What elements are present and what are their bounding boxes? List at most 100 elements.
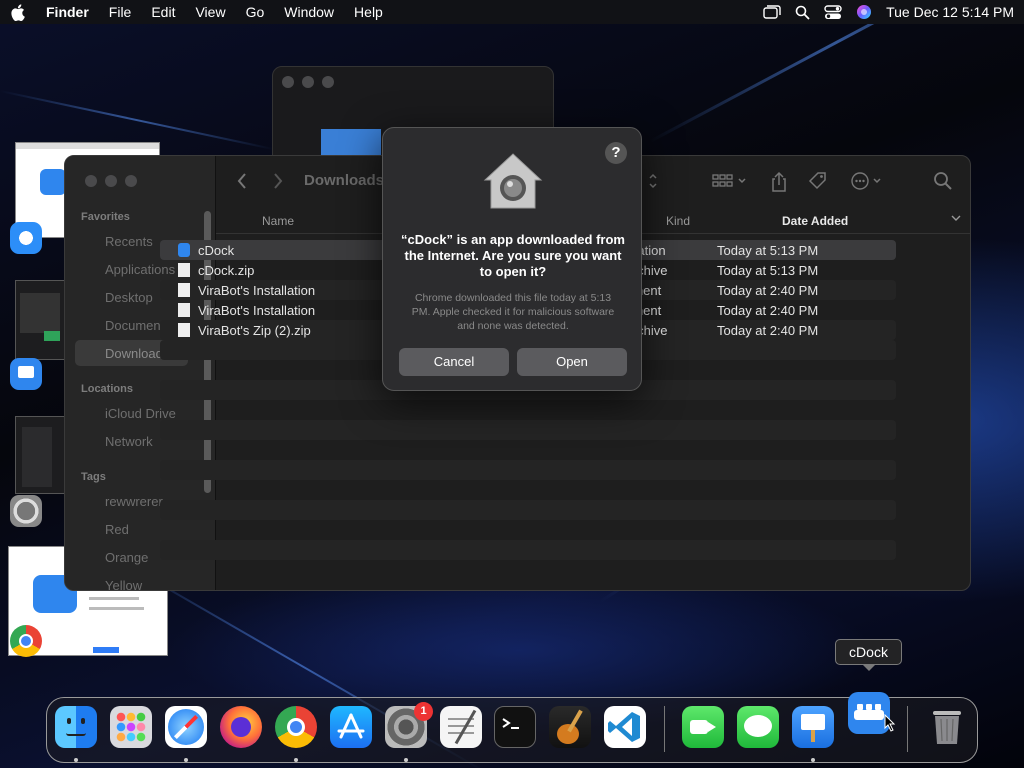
menu-go[interactable]: Go bbox=[246, 4, 265, 20]
sidebar-tag-rewwrerer[interactable]: rewwrerer bbox=[105, 494, 163, 509]
sidebar-tag-orange[interactable]: Orange bbox=[105, 550, 148, 565]
sidebar-item-icloud-drive[interactable]: iCloud Drive bbox=[105, 406, 176, 421]
sidebar-heading-favorites: Favorites bbox=[81, 211, 130, 223]
spotlight-search-icon[interactable] bbox=[795, 5, 810, 20]
screen-mirroring-icon[interactable] bbox=[763, 5, 781, 19]
stage-thumbnail-window[interactable] bbox=[15, 280, 65, 360]
running-indicator bbox=[404, 758, 408, 762]
minimize-icon[interactable] bbox=[105, 175, 117, 187]
safari-icon[interactable] bbox=[10, 222, 42, 254]
column-header-name[interactable]: Name bbox=[262, 214, 294, 228]
app-store-icon[interactable] bbox=[330, 706, 372, 748]
empty-row bbox=[160, 460, 896, 480]
sort-chevron-icon[interactable] bbox=[648, 171, 658, 196]
menu-bar: Finder File Edit View Go Window Help Tue… bbox=[0, 0, 1024, 24]
running-indicator bbox=[294, 758, 298, 762]
safari-icon[interactable] bbox=[165, 706, 207, 748]
close-icon[interactable] bbox=[85, 175, 97, 187]
share-icon[interactable] bbox=[770, 171, 788, 198]
file-date-added: Today at 2:40 PM bbox=[717, 323, 819, 338]
sidebar-heading-tags: Tags bbox=[81, 471, 106, 483]
textedit-icon[interactable] bbox=[440, 706, 482, 748]
app-preview-icon bbox=[40, 169, 66, 195]
sort-descending-icon[interactable] bbox=[950, 212, 962, 227]
file-date-added: Today at 2:40 PM bbox=[717, 303, 819, 318]
menu-file[interactable]: File bbox=[109, 4, 132, 20]
firefox-icon[interactable] bbox=[220, 706, 262, 748]
launchpad-icon[interactable] bbox=[110, 706, 152, 748]
garageband-icon[interactable] bbox=[549, 706, 591, 748]
dock-tooltip: cDock bbox=[835, 639, 902, 665]
column-header-date-added[interactable]: Date Added bbox=[782, 214, 848, 228]
window-controls bbox=[282, 76, 334, 88]
view-options-icon[interactable] bbox=[712, 171, 748, 196]
sidebar-item-recents[interactable]: Recents bbox=[105, 234, 153, 249]
file-name: cDock bbox=[198, 243, 235, 258]
file-name: cDock.zip bbox=[198, 263, 255, 278]
siri-icon[interactable] bbox=[856, 4, 872, 20]
file-name: ViraBot's Zip (2).zip bbox=[198, 323, 311, 338]
facetime-icon[interactable] bbox=[682, 706, 724, 748]
vscode-icon[interactable] bbox=[604, 706, 646, 748]
running-indicator bbox=[74, 758, 78, 762]
chrome-icon[interactable] bbox=[10, 625, 42, 657]
keynote-icon[interactable] bbox=[10, 358, 42, 390]
file-date-added: Today at 2:40 PM bbox=[717, 283, 819, 298]
trash-icon[interactable] bbox=[926, 706, 968, 748]
file-date-added: Today at 5:13 PM bbox=[717, 263, 819, 278]
forward-icon[interactable] bbox=[272, 171, 284, 196]
tag-icon[interactable] bbox=[808, 171, 828, 196]
zoom-icon[interactable] bbox=[125, 175, 137, 187]
more-actions-icon[interactable] bbox=[850, 171, 886, 196]
open-app-warning-dialog: ? “cDock” is an app downloaded from the … bbox=[382, 127, 642, 391]
menu-app-name[interactable]: Finder bbox=[46, 4, 89, 20]
sidebar-heading-locations: Locations bbox=[81, 383, 133, 395]
chrome-icon[interactable] bbox=[275, 706, 317, 748]
notification-badge: 1 bbox=[414, 702, 433, 721]
finder-icon[interactable] bbox=[55, 706, 97, 748]
stage-thumbnail-window[interactable] bbox=[15, 416, 65, 494]
menu-clock[interactable]: Tue Dec 12 5:14 PM bbox=[886, 4, 1014, 20]
file-name: ViraBot's Installation bbox=[198, 283, 316, 298]
document-icon bbox=[178, 263, 190, 277]
sidebar-tag-red[interactable]: Red bbox=[105, 522, 129, 537]
file-date-added: Today at 5:13 PM bbox=[717, 243, 819, 258]
document-icon bbox=[178, 323, 190, 337]
empty-row bbox=[160, 540, 896, 560]
dock-separator bbox=[907, 706, 908, 752]
document-icon bbox=[178, 283, 190, 297]
gatekeeper-icon bbox=[483, 152, 543, 215]
help-button[interactable]: ? bbox=[605, 142, 627, 164]
mouse-cursor-icon bbox=[884, 713, 896, 737]
keynote-icon[interactable] bbox=[792, 706, 834, 748]
terminal-icon[interactable] bbox=[494, 706, 536, 748]
sidebar-tag-yellow[interactable]: Yellow bbox=[105, 578, 142, 590]
apple-icon[interactable] bbox=[10, 3, 26, 21]
minimize-icon[interactable] bbox=[302, 76, 314, 88]
dock-separator bbox=[664, 706, 665, 752]
zoom-icon[interactable] bbox=[322, 76, 334, 88]
sidebar-item-network[interactable]: Network bbox=[105, 434, 153, 449]
tooltip-pointer bbox=[862, 664, 876, 671]
control-center-icon[interactable] bbox=[824, 4, 842, 20]
system-settings-icon[interactable] bbox=[10, 495, 42, 527]
open-button[interactable]: Open bbox=[517, 348, 627, 376]
close-icon[interactable] bbox=[282, 76, 294, 88]
messages-icon[interactable] bbox=[737, 706, 779, 748]
running-indicator bbox=[184, 758, 188, 762]
menu-edit[interactable]: Edit bbox=[151, 4, 175, 20]
column-header-kind[interactable]: Kind bbox=[666, 214, 690, 228]
running-indicator bbox=[811, 758, 815, 762]
app-file-icon bbox=[178, 243, 190, 257]
finder-sidebar: Favorites Recents Applications Desktop D… bbox=[65, 156, 216, 590]
back-icon[interactable] bbox=[236, 171, 248, 196]
menu-view[interactable]: View bbox=[195, 4, 225, 20]
cancel-button[interactable]: Cancel bbox=[399, 348, 509, 376]
search-icon[interactable] bbox=[933, 171, 953, 196]
document-icon bbox=[178, 303, 190, 317]
menu-window[interactable]: Window bbox=[284, 4, 334, 20]
sidebar-item-desktop[interactable]: Desktop bbox=[105, 290, 153, 305]
file-name: ViraBot's Installation bbox=[198, 303, 316, 318]
menu-help[interactable]: Help bbox=[354, 4, 383, 20]
empty-row bbox=[160, 500, 896, 520]
